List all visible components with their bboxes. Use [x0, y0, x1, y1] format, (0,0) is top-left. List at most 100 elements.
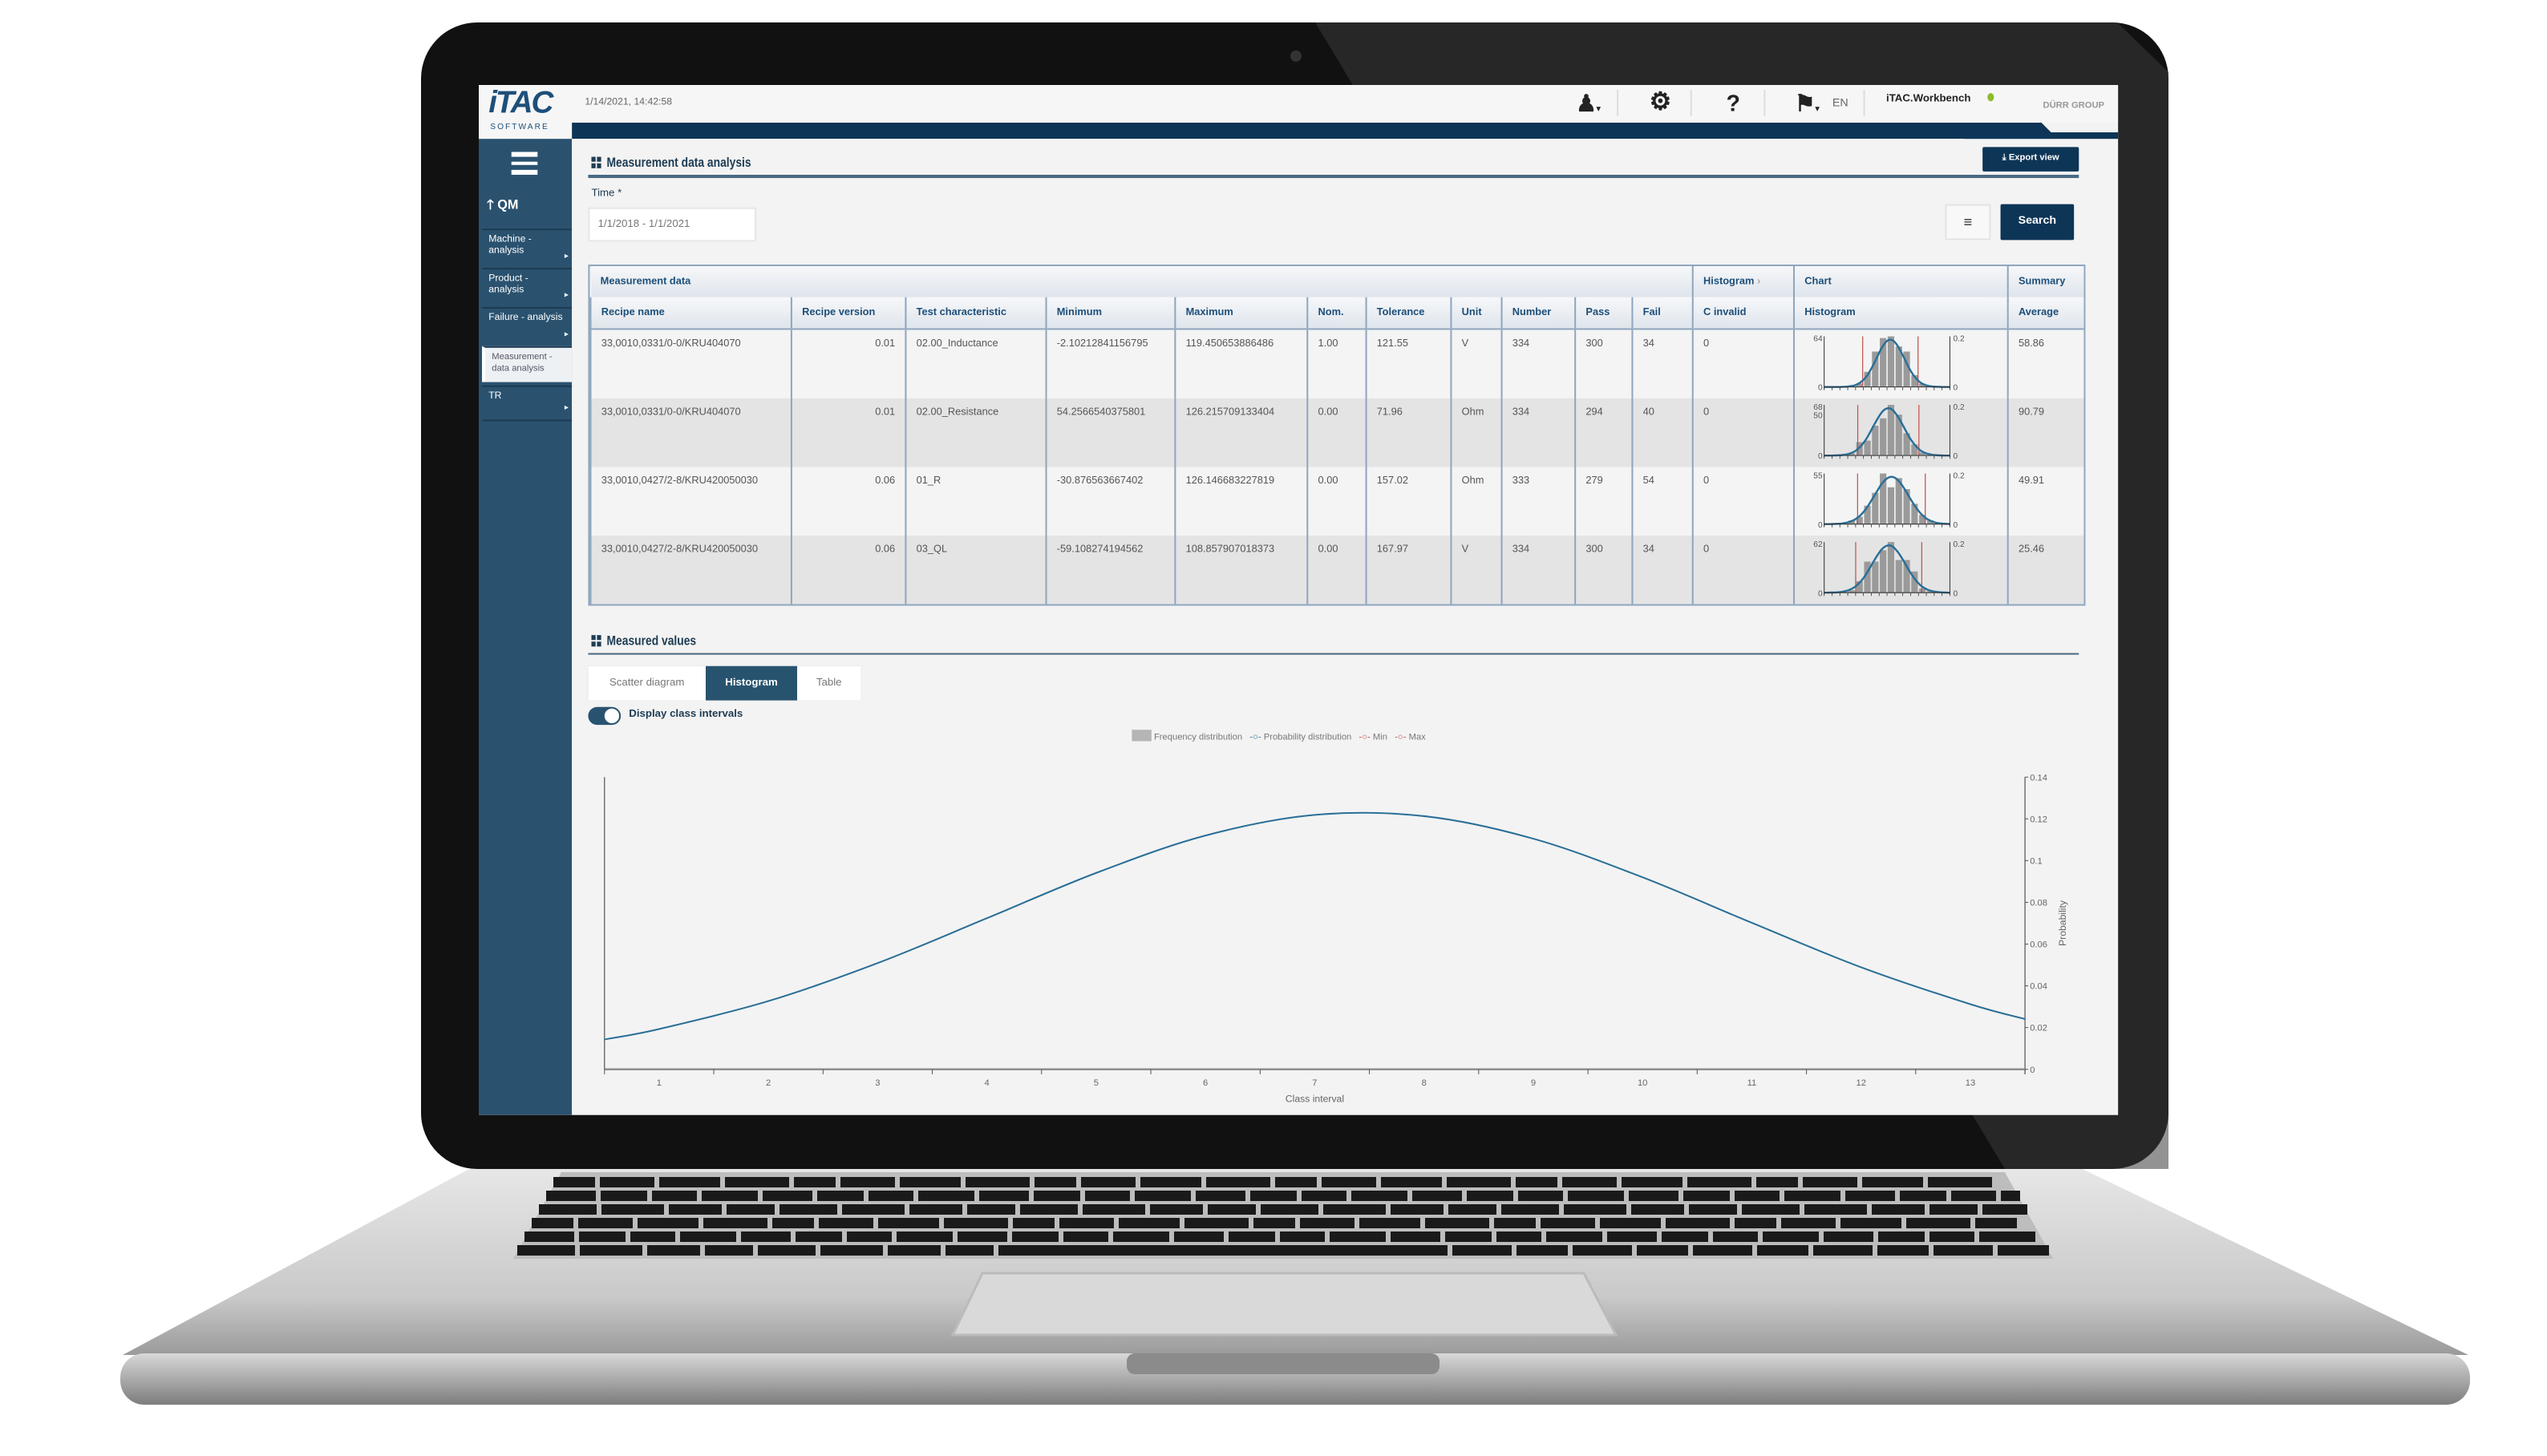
table-row[interactable]: 33,0010,0427/2-8/KRU420050030 0.06 01_R -30…: [589, 466, 2083, 535]
column-header[interactable]: Maximum: [1174, 297, 1308, 330]
divider: [1863, 90, 1865, 116]
histogram-cell[interactable]: 55 0 0.2 0: [1792, 466, 2008, 535]
column-header[interactable]: Minimum: [1045, 297, 1176, 330]
key: [1020, 1204, 1078, 1215]
tick-label: 0: [1818, 520, 1823, 529]
mini-histogram[interactable]: 64 0 0.2 0: [1795, 329, 2007, 394]
key: [1900, 1191, 1946, 1201]
key: [1824, 1232, 1873, 1242]
class-intervals-toggle[interactable]: [588, 706, 622, 726]
time-range-input[interactable]: 1/1/2018 - 1/1/2021: [588, 207, 757, 242]
sidebar-item-failure-analysis[interactable]: Failure - analysis ▸: [482, 306, 573, 346]
help-icon[interactable]: ?: [1727, 90, 1740, 116]
x-tick-label: 6: [1203, 1078, 1208, 1088]
key: [1546, 1232, 1602, 1242]
legend-item-max[interactable]: -○- Max: [1395, 733, 1426, 742]
table-cell: 0.01: [790, 328, 906, 398]
flag-icon[interactable]: ⚑▾: [1795, 90, 1820, 118]
tab-histogram[interactable]: Histogram: [706, 665, 798, 701]
histogram-cell[interactable]: 62 0 0.2 0: [1792, 534, 2008, 604]
column-header[interactable]: Recipe version: [790, 297, 906, 330]
export-view-button[interactable]: ⤓ Export view: [1982, 147, 2079, 172]
tick-label: 0.2: [1954, 402, 1965, 411]
table-cell: 126.146683227819: [1174, 466, 1308, 535]
column-header[interactable]: Unit: [1450, 297, 1502, 330]
histogram-cell[interactable]: 68 0 50 0.2 0: [1792, 397, 2008, 467]
gear-icon[interactable]: ⚙: [1650, 87, 1671, 116]
key: [1934, 1245, 1993, 1256]
table-row[interactable]: 33,0010,0331/0-0/KRU404070 0.01 02.00_Resi…: [589, 397, 2083, 467]
column-header[interactable]: Tolerance: [1365, 297, 1452, 330]
histogram-bar: [1887, 404, 1895, 455]
key: [1302, 1191, 1346, 1201]
mini-histogram[interactable]: 62 0 0.2 0: [1795, 535, 2007, 600]
key: [630, 1232, 675, 1242]
key: [1351, 1191, 1407, 1201]
key: [1013, 1218, 1055, 1228]
column-header[interactable]: Nom.: [1306, 297, 1367, 330]
group-header-histogram[interactable]: Histogram ›: [1691, 265, 1794, 297]
legend-item-min[interactable]: -○- Min: [1359, 733, 1387, 742]
language-label[interactable]: EN: [1832, 98, 1848, 109]
legend-item-probability[interactable]: -○- Probability distribution: [1249, 733, 1351, 742]
table-cell: 34: [1631, 328, 1693, 398]
histogram-cell[interactable]: 64 0 0.2 0: [1792, 328, 2008, 398]
column-header[interactable]: Recipe name: [589, 297, 792, 330]
mini-histogram[interactable]: 55 0 0.2 0: [1795, 466, 2007, 531]
arrow-up-icon: 🡑: [487, 197, 494, 212]
table-cell: -59.108274194562: [1045, 534, 1176, 604]
column-header[interactable]: Fail: [1631, 297, 1693, 330]
key: [1359, 1218, 1420, 1228]
histogram-bar: [1880, 417, 1887, 455]
key: [1516, 1177, 1557, 1187]
search-button[interactable]: Search: [2000, 204, 2075, 241]
key: [1683, 1191, 1730, 1201]
key: [1085, 1191, 1130, 1201]
table-cell: V: [1450, 534, 1502, 604]
section-qm[interactable]: 🡑 QM: [487, 196, 518, 219]
title-rule: [588, 174, 2079, 178]
key: [1083, 1204, 1145, 1215]
table-row[interactable]: 33,0010,0427/2-8/KRU420050030 0.06 03_QL -5…: [589, 534, 2083, 604]
mini-histogram[interactable]: 680500.20: [1795, 398, 2007, 463]
key: [897, 1232, 953, 1242]
key: [820, 1245, 883, 1256]
column-header[interactable]: Number: [1500, 297, 1576, 330]
top-bar: [479, 85, 2119, 123]
x-tick-label: 4: [985, 1078, 990, 1088]
tab-scatter-diagram[interactable]: Scatter diagram: [588, 665, 707, 701]
logo[interactable]: iTAC SOFTWARE: [479, 85, 573, 140]
column-header[interactable]: Average: [2006, 297, 2083, 330]
app-name: iTAC.Workbench: [1886, 93, 1971, 105]
key: [1803, 1177, 1857, 1187]
group-header-summary: Summary: [2006, 265, 2083, 297]
user-icon[interactable]: ♟▾: [1576, 90, 1601, 118]
tab-table[interactable]: Table: [797, 665, 861, 701]
sidebar-item-measurement-data-analysis[interactable]: Measurement - data analysis: [482, 346, 573, 382]
key: [1381, 1177, 1442, 1187]
key: [979, 1191, 1029, 1201]
key: [532, 1218, 573, 1228]
column-header[interactable]: C invalid: [1691, 297, 1794, 330]
column-header[interactable]: Histogram: [1792, 297, 2008, 330]
table-row[interactable]: 33,0010,0331/0-0/KRU404070 0.01 02.00_Indu…: [589, 328, 2083, 398]
histogram-bar: [1887, 335, 1895, 386]
table-cell: 157.02: [1365, 466, 1452, 535]
hinge-notch: [1127, 1353, 1440, 1374]
key: [1330, 1232, 1386, 1242]
list-menu-button[interactable]: ≡: [1945, 204, 1991, 241]
key: [1562, 1177, 1617, 1187]
column-header[interactable]: Test characteristic: [905, 297, 1047, 330]
chevron-right-icon: ▸: [564, 251, 569, 261]
sidebar-item-tr[interactable]: TR ▸: [482, 385, 573, 422]
legend-item-frequency[interactable]: Frequency distribution: [1132, 730, 1242, 743]
sidebar-item-machine-analysis[interactable]: Machine - analysis ▸: [482, 229, 573, 268]
key: [909, 1204, 962, 1215]
column-header[interactable]: Pass: [1574, 297, 1633, 330]
x-tick-label: 7: [1312, 1078, 1317, 1088]
table-cell: 119.450653886486: [1174, 328, 1308, 398]
sidebar-item-product-analysis[interactable]: Product - analysis ▸: [482, 268, 573, 307]
key: [847, 1232, 892, 1242]
key: [1448, 1204, 1496, 1215]
hamburger-icon[interactable]: [511, 152, 538, 175]
